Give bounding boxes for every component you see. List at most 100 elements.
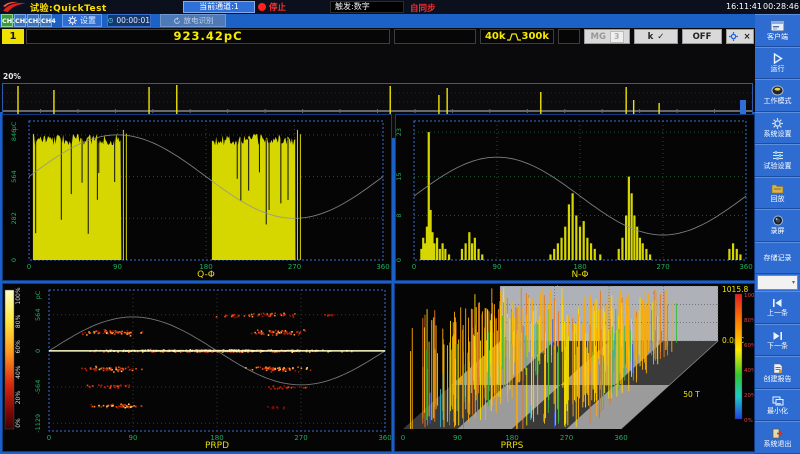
svg-text:Q-Φ: Q-Φ bbox=[197, 270, 215, 280]
svg-text:564: 564 bbox=[10, 170, 18, 182]
trigger-mode-field[interactable]: 触发:数字 bbox=[330, 1, 404, 13]
svg-text:-564: -564 bbox=[34, 380, 42, 395]
sidebar-item-system-settings[interactable]: 系统设置 bbox=[755, 112, 800, 145]
svg-text:90: 90 bbox=[493, 263, 502, 271]
svg-text:80%: 80% bbox=[744, 318, 754, 324]
svg-text:0%: 0% bbox=[744, 418, 753, 424]
record-select-dropdown[interactable]: ▾ bbox=[757, 275, 798, 290]
svg-text:-1129: -1129 bbox=[34, 414, 42, 433]
sidebar-item-run[interactable]: 运行 bbox=[755, 47, 800, 80]
run-play-icon bbox=[772, 53, 783, 64]
strip-scale-label: 20% bbox=[3, 72, 21, 81]
svg-text:360: 360 bbox=[376, 263, 389, 271]
svg-text:360: 360 bbox=[739, 263, 752, 271]
sidebar-item-next[interactable]: 下一条 bbox=[755, 324, 800, 357]
sidebar-item-client[interactable]: 客户端 bbox=[755, 14, 800, 47]
svg-text:90: 90 bbox=[113, 263, 122, 271]
record-icon bbox=[772, 215, 784, 226]
q-phi-chart: 0901802703600282564846pCQ-Φ bbox=[2, 114, 392, 281]
gain-label: MG bbox=[590, 32, 605, 42]
close-icon[interactable]: × bbox=[743, 32, 750, 42]
sidebar-item-previous[interactable]: 上一条 bbox=[755, 291, 800, 324]
filter-low-label: 40k bbox=[485, 31, 506, 42]
sidebar-item-minimize[interactable]: 最小化 bbox=[755, 389, 800, 422]
svg-text:90: 90 bbox=[129, 434, 138, 442]
sidebar-item-exit[interactable]: 系统退出 bbox=[755, 421, 800, 454]
selfsync-status: 自同步 bbox=[410, 2, 436, 14]
svg-text:0: 0 bbox=[10, 258, 18, 262]
discharge-id-label: 放电识别 bbox=[184, 15, 214, 26]
current-channel-box[interactable]: 当前通道:1 bbox=[183, 1, 255, 13]
svg-text:PRPD: PRPD bbox=[205, 441, 229, 451]
pd-analyzer-window: 试验:QuickTest 当前通道:1 停止 触发:数字 自同步 16:11:4… bbox=[0, 0, 800, 454]
chevron-down-icon: ▾ bbox=[792, 279, 795, 286]
svg-text:360: 360 bbox=[614, 434, 627, 442]
svg-text:270: 270 bbox=[560, 434, 573, 442]
svg-text:60%: 60% bbox=[15, 340, 22, 354]
discharge-id-dropdown[interactable]: 放电识别 bbox=[160, 14, 226, 27]
svg-text:270: 270 bbox=[294, 434, 307, 442]
tab-channel-2[interactable]: CH2 bbox=[14, 14, 26, 27]
clock-time: 16:11:41 bbox=[726, 2, 762, 11]
svg-text:282: 282 bbox=[10, 212, 18, 224]
gear-icon bbox=[729, 32, 738, 41]
channel-toolbar: CH1 CH2 CH3 CH4 设置 00:00:01 放电识别 bbox=[0, 14, 755, 28]
sidebar-item-record[interactable]: 录屏 bbox=[755, 209, 800, 242]
gain-mg-button[interactable]: MG 3 bbox=[584, 29, 630, 44]
channel-config-button[interactable]: × bbox=[726, 29, 754, 44]
title-bar: 试验:QuickTest 当前通道:1 停止 触发:数字 自同步 16:11:4… bbox=[0, 0, 800, 14]
svg-text:80%: 80% bbox=[15, 314, 22, 328]
next-icon bbox=[772, 331, 783, 341]
elapsed-time: 00:28:46 bbox=[763, 2, 799, 11]
n-phi-chart: 090180270360081523N-Φ bbox=[395, 114, 755, 281]
svg-text:0: 0 bbox=[401, 434, 405, 442]
off-button[interactable]: OFF bbox=[682, 29, 722, 44]
svg-text:270: 270 bbox=[288, 263, 301, 271]
charge-readout: 923.42pC bbox=[26, 29, 390, 44]
sidebar-menu: 客户端 运行 工作模式 系统设置 试验设置 回放 录屏 存储记录 bbox=[755, 14, 800, 454]
timer-value: 00:00:01 bbox=[116, 16, 150, 25]
svg-text:0: 0 bbox=[47, 434, 51, 442]
tab-channel-4[interactable]: CH4 bbox=[40, 14, 52, 27]
svg-text:0: 0 bbox=[27, 263, 31, 271]
sidebar-item-work-mode[interactable]: 工作模式 bbox=[755, 79, 800, 112]
unit-k-button[interactable]: k ✓ bbox=[634, 29, 678, 44]
bandpass-icon bbox=[507, 32, 521, 42]
gain-value: 3 bbox=[610, 31, 624, 43]
playback-folder-icon bbox=[771, 183, 784, 194]
previous-icon bbox=[772, 298, 783, 308]
check-icon: ✓ bbox=[657, 32, 664, 42]
minimize-icon bbox=[772, 396, 784, 406]
settings-button[interactable]: 设置 bbox=[62, 14, 102, 27]
stop-dot-icon bbox=[258, 3, 266, 11]
filter-band-box[interactable]: 40k 300k bbox=[480, 29, 554, 44]
svg-text:90: 90 bbox=[453, 434, 462, 442]
sidebar-item-storage-records[interactable]: 存储记录 bbox=[755, 242, 800, 275]
sidebar-item-playback[interactable]: 回放 bbox=[755, 177, 800, 210]
tab-channel-1[interactable]: CH1 bbox=[1, 14, 13, 27]
gear-icon bbox=[68, 16, 77, 25]
channel-number-badge: 1 bbox=[2, 29, 24, 44]
prpd-chart: 100%80%60%40%20%0%5640-564-1129pC0901802… bbox=[2, 283, 392, 452]
svg-text:40%: 40% bbox=[744, 368, 754, 374]
svg-text:40%: 40% bbox=[15, 365, 22, 379]
readout-spare-box bbox=[394, 29, 476, 44]
tab-channel-3[interactable]: CH3 bbox=[27, 14, 39, 27]
svg-text:0: 0 bbox=[396, 258, 403, 262]
prps-3d-chart: 1015.80.0pC50 T090180270360PRPS100%80%60… bbox=[394, 283, 755, 452]
svg-text:270: 270 bbox=[656, 263, 669, 271]
svg-text:PRPS: PRPS bbox=[501, 441, 524, 451]
measurement-zone: 1 923.42pC 40k 300k MG 3 k ✓ OFF × 20% bbox=[0, 28, 755, 112]
svg-text:pC: pC bbox=[34, 290, 42, 299]
svg-text:20%: 20% bbox=[744, 393, 754, 399]
timer-display: 00:00:01 bbox=[107, 14, 151, 27]
sidebar-item-create-report[interactable]: 创建报告 bbox=[755, 356, 800, 389]
exit-icon bbox=[772, 428, 783, 439]
svg-text:0: 0 bbox=[34, 349, 42, 353]
svg-text:60%: 60% bbox=[744, 343, 754, 349]
clock-icon bbox=[108, 16, 113, 25]
svg-text:23: 23 bbox=[396, 128, 403, 136]
svg-text:564: 564 bbox=[34, 309, 42, 321]
svg-text:100%: 100% bbox=[15, 287, 22, 304]
sidebar-item-test-settings[interactable]: 试验设置 bbox=[755, 144, 800, 177]
